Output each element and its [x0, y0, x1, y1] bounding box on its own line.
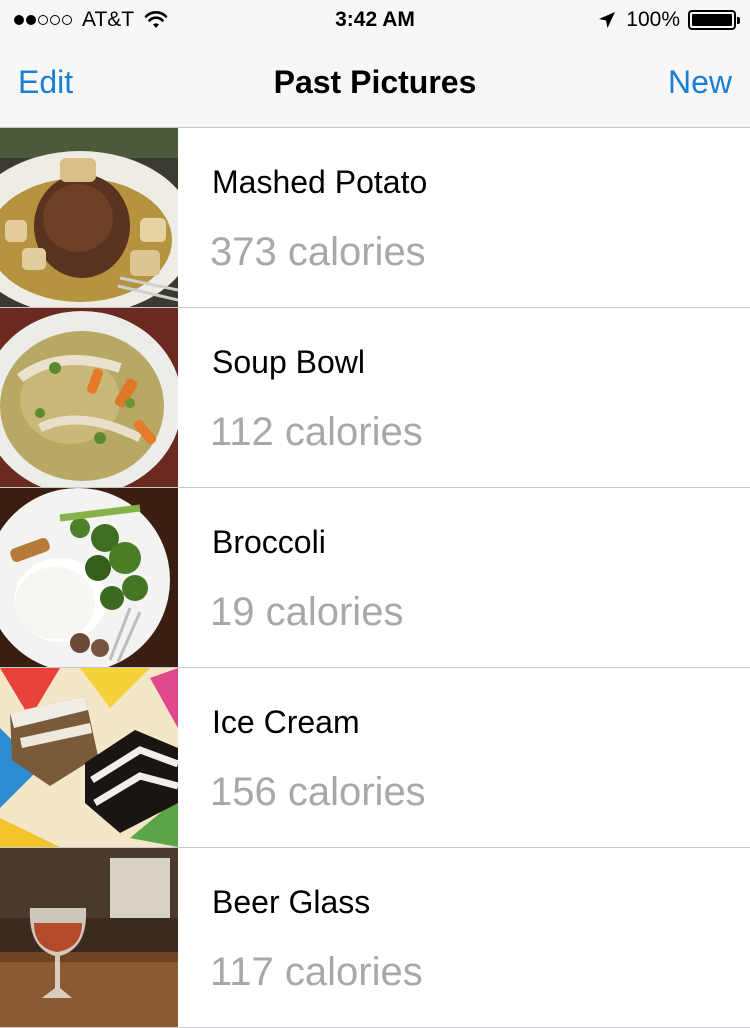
food-thumbnail — [0, 308, 178, 487]
battery-fill — [692, 14, 732, 26]
food-thumbnail — [0, 488, 178, 667]
pictures-list: Mashed Potato 373 calories Soup Bowl 112 — [0, 128, 750, 1028]
item-title: Beer Glass — [212, 884, 371, 920]
list-item[interactable]: Broccoli 19 calories — [0, 488, 750, 668]
item-calories: 19 calories — [210, 590, 404, 634]
food-thumbnail — [0, 128, 178, 307]
new-button[interactable]: New — [668, 64, 732, 101]
food-thumbnail — [0, 848, 178, 1027]
battery-percentage: 100% — [626, 8, 680, 31]
battery-icon — [688, 10, 740, 30]
status-right: 100% — [598, 8, 740, 32]
list-item[interactable]: Beer Glass 117 calories — [0, 848, 750, 1028]
navigation-bar: Edit Past Pictures New — [0, 40, 750, 128]
food-thumbnail — [0, 668, 178, 847]
status-bar: AT&T 3:42 AM 100% — [0, 0, 750, 40]
page-title: Past Pictures — [273, 64, 477, 100]
list-item[interactable]: Mashed Potato 373 calories — [0, 128, 750, 308]
location-arrow-icon — [599, 12, 616, 28]
list-item[interactable]: Ice Cream 156 calories — [0, 668, 750, 848]
item-calories: 117 calories — [210, 950, 423, 994]
item-title: Broccoli — [212, 524, 326, 560]
item-title: Mashed Potato — [212, 164, 428, 200]
item-title: Soup Bowl — [212, 344, 365, 380]
item-calories: 373 calories — [210, 230, 426, 274]
item-calories: 112 calories — [210, 410, 423, 454]
list-item[interactable]: Soup Bowl 112 calories — [0, 308, 750, 488]
item-calories: 156 calories — [210, 770, 426, 814]
item-title: Ice Cream — [212, 704, 360, 740]
